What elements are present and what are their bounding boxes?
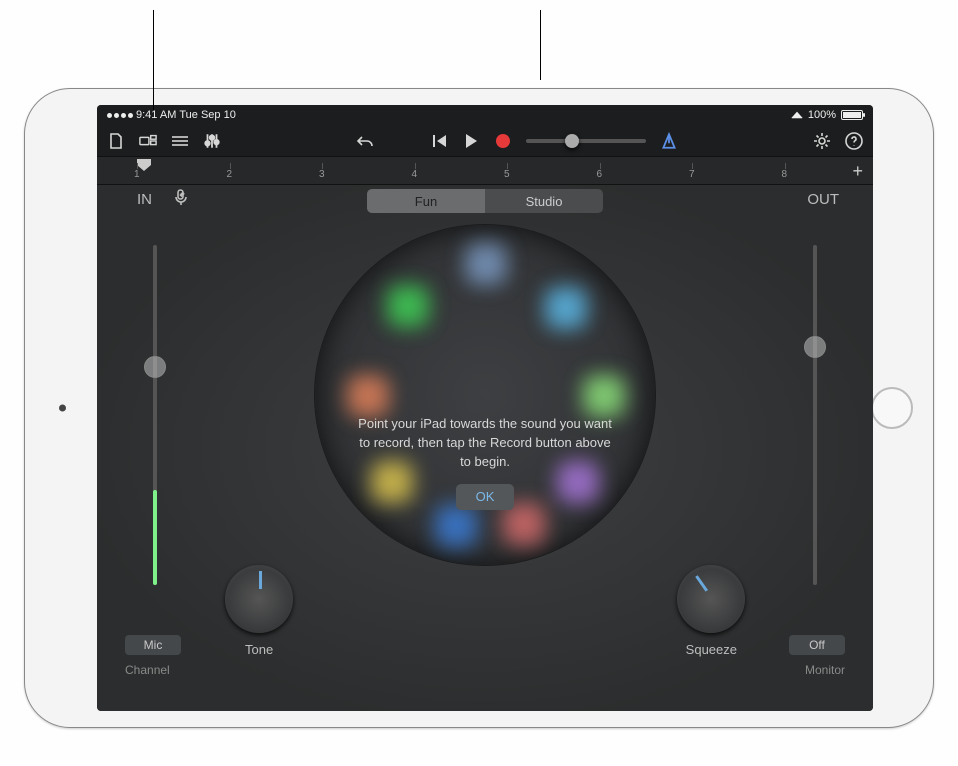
add-section-icon[interactable]: +	[852, 161, 863, 182]
fx-icon[interactable]	[203, 132, 221, 150]
channel-label: Channel	[125, 663, 170, 677]
out-label: OUT	[807, 191, 839, 208]
ruler-mark: 1	[134, 169, 140, 180]
in-label: IN	[137, 191, 152, 208]
battery-icon	[841, 110, 863, 120]
tab-studio[interactable]: Studio	[485, 189, 603, 213]
battery-percent: 100%	[808, 109, 836, 121]
callout-line-record	[540, 10, 541, 80]
ruler-mark: 4	[412, 169, 418, 180]
home-button[interactable]	[871, 387, 913, 429]
ipad-frame: 9:41 AM Tue Sep 10 100%	[24, 88, 934, 728]
front-camera	[59, 405, 66, 412]
signal-icon	[107, 113, 133, 118]
status-date: Tue Sep 10	[179, 109, 235, 121]
audio-recorder-panel: IN Fun Studio OUT	[97, 185, 873, 711]
help-icon[interactable]	[845, 132, 863, 150]
ruler-mark: 2	[227, 169, 233, 180]
in-slider-thumb[interactable]	[144, 356, 166, 378]
undo-icon[interactable]	[356, 132, 374, 150]
monitor-button[interactable]: Off	[789, 635, 845, 655]
ruler-mark: 5	[504, 169, 510, 180]
tone-label: Tone	[245, 642, 273, 657]
browser-icon[interactable]	[139, 132, 157, 150]
mode-segmented: Fun Studio	[367, 189, 603, 213]
ruler-mark: 7	[689, 169, 695, 180]
tab-fun[interactable]: Fun	[367, 189, 485, 213]
record-hint: Point your iPad towards the sound you wa…	[355, 415, 615, 510]
app-screen: 9:41 AM Tue Sep 10 100%	[97, 105, 873, 711]
my-songs-icon[interactable]	[107, 132, 125, 150]
play-icon[interactable]	[462, 132, 480, 150]
channel-button[interactable]: Mic	[125, 635, 181, 655]
ruler-mark: 6	[597, 169, 603, 180]
ok-button[interactable]: OK	[456, 484, 515, 511]
record-icon[interactable]	[494, 132, 512, 150]
metronome-icon[interactable]	[660, 132, 678, 150]
go-to-start-icon[interactable]	[430, 132, 448, 150]
tone-knob[interactable]	[225, 565, 293, 633]
preset-wheel[interactable]: Point your iPad towards the sound you wa…	[315, 225, 655, 565]
status-time: 9:41 AM	[136, 109, 176, 121]
ruler-mark: 3	[319, 169, 325, 180]
squeeze-knob[interactable]	[677, 565, 745, 633]
out-slider-thumb[interactable]	[804, 336, 826, 358]
settings-icon[interactable]	[813, 132, 831, 150]
app-toolbar	[97, 125, 873, 157]
squeeze-label: Squeeze	[686, 642, 737, 657]
monitor-label: Monitor	[805, 663, 845, 677]
tracks-icon[interactable]	[171, 132, 189, 150]
record-hint-text: Point your iPad towards the sound you wa…	[355, 415, 615, 472]
callout-line-in-slider	[153, 10, 154, 110]
status-bar: 9:41 AM Tue Sep 10 100%	[97, 105, 873, 125]
input-settings-icon[interactable]	[175, 189, 193, 207]
wifi-icon	[791, 112, 803, 119]
out-level-slider[interactable]	[813, 245, 817, 585]
in-level-slider[interactable]	[153, 245, 157, 585]
ruler-mark: 8	[782, 169, 788, 180]
timeline-ruler[interactable]: + 1 2 3 4 5 6 7 8	[97, 157, 873, 185]
in-level-meter	[153, 490, 157, 585]
master-volume-slider[interactable]	[526, 139, 646, 143]
